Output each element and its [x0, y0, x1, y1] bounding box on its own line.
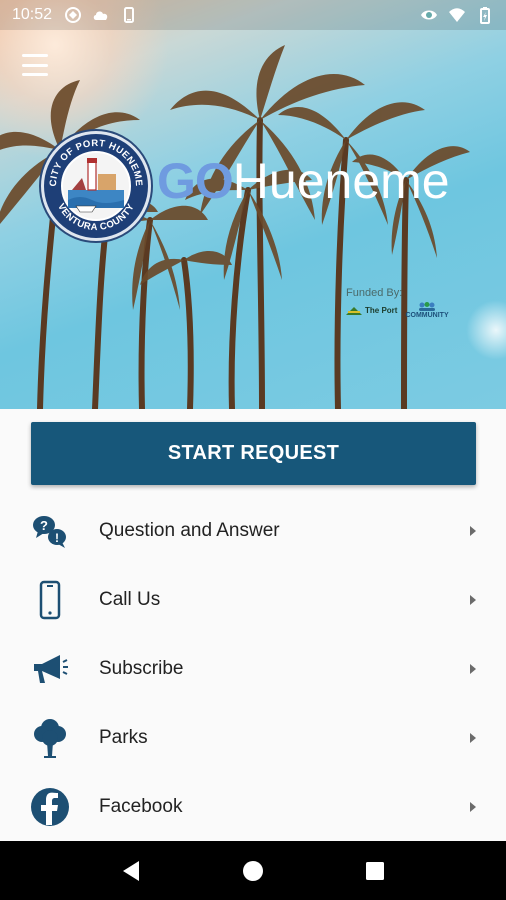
nav-recents-button[interactable] — [362, 858, 388, 884]
funded-by-label: Funded By: — [346, 287, 403, 299]
hamburger-line — [22, 73, 48, 76]
menu-item-label: Parks — [99, 726, 148, 748]
sponsor-logos: The Port COMMUNITY — [346, 302, 449, 319]
community-sponsor-logo: COMMUNITY — [405, 302, 449, 319]
logo-go: GO — [157, 153, 234, 209]
menu-item-label: Facebook — [99, 795, 183, 817]
question-bubbles-icon: ? ! — [30, 511, 70, 551]
hamburger-line — [22, 63, 48, 67]
port-sponsor-logo: The Port — [346, 305, 397, 317]
recents-square-icon — [366, 861, 384, 880]
tree-icon — [30, 718, 70, 758]
svg-text:?: ? — [40, 518, 48, 533]
menu-item-subscribe[interactable]: Subscribe — [0, 634, 506, 703]
port-sponsor-icon — [346, 306, 362, 315]
menu-item-label: Question and Answer — [99, 519, 280, 541]
menu-item-label: Subscribe — [99, 657, 184, 679]
megaphone-icon — [30, 649, 70, 689]
community-people-icon — [419, 302, 436, 311]
battery-icon — [480, 7, 490, 24]
svg-text:!: ! — [55, 531, 59, 545]
menu-list: ? ! Question and Answer Call Us Subscrib… — [0, 496, 506, 841]
nav-home-button[interactable] — [240, 858, 266, 884]
hero-banner: 10:52 CITY OF PORT HUENEME VENTURA COUNT… — [0, 0, 506, 409]
menu-item-facebook[interactable]: Facebook — [0, 772, 506, 841]
main-content: START REQUEST ? ! Question and Answer Ca… — [0, 409, 506, 841]
chevron-right-icon — [470, 663, 476, 674]
cloud-icon — [93, 11, 108, 20]
data-saver-icon — [65, 7, 82, 23]
menu-item-parks[interactable]: Parks — [0, 703, 506, 772]
eye-icon — [421, 10, 437, 20]
home-circle-icon — [243, 860, 263, 881]
system-nav-bar — [0, 841, 506, 900]
hamburger-line — [22, 54, 48, 57]
chevron-right-icon — [470, 801, 476, 812]
phone-icon — [124, 7, 135, 23]
menu-item-question-and-answer[interactable]: ? ! Question and Answer — [0, 496, 506, 565]
status-bar: 10:52 — [0, 0, 506, 30]
chevron-right-icon — [470, 594, 476, 605]
status-time: 10:52 — [12, 6, 53, 23]
logo-hueneme: Hueneme — [232, 153, 450, 209]
nav-back-button[interactable] — [118, 858, 144, 884]
city-seal-logo: CITY OF PORT HUENEME VENTURA COUNTY — [39, 129, 153, 243]
hamburger-menu-button[interactable] — [22, 54, 48, 76]
sponsor-port-text: The Port — [365, 306, 398, 315]
facebook-icon — [30, 787, 70, 827]
menu-item-label: Call Us — [99, 588, 161, 610]
chevron-right-icon — [470, 525, 476, 536]
back-triangle-icon — [123, 860, 139, 881]
menu-item-call-us[interactable]: Call Us — [0, 565, 506, 634]
sponsor-community-text: COMMUNITY — [405, 312, 449, 319]
app-logo: GO Hueneme — [157, 156, 450, 206]
start-request-button[interactable]: START REQUEST — [31, 422, 476, 485]
chevron-right-icon — [470, 732, 476, 743]
wifi-icon — [449, 8, 465, 22]
smartphone-icon — [30, 580, 70, 620]
app-screen: 10:52 CITY OF PORT HUENEME VENTURA COUNT… — [0, 0, 506, 900]
